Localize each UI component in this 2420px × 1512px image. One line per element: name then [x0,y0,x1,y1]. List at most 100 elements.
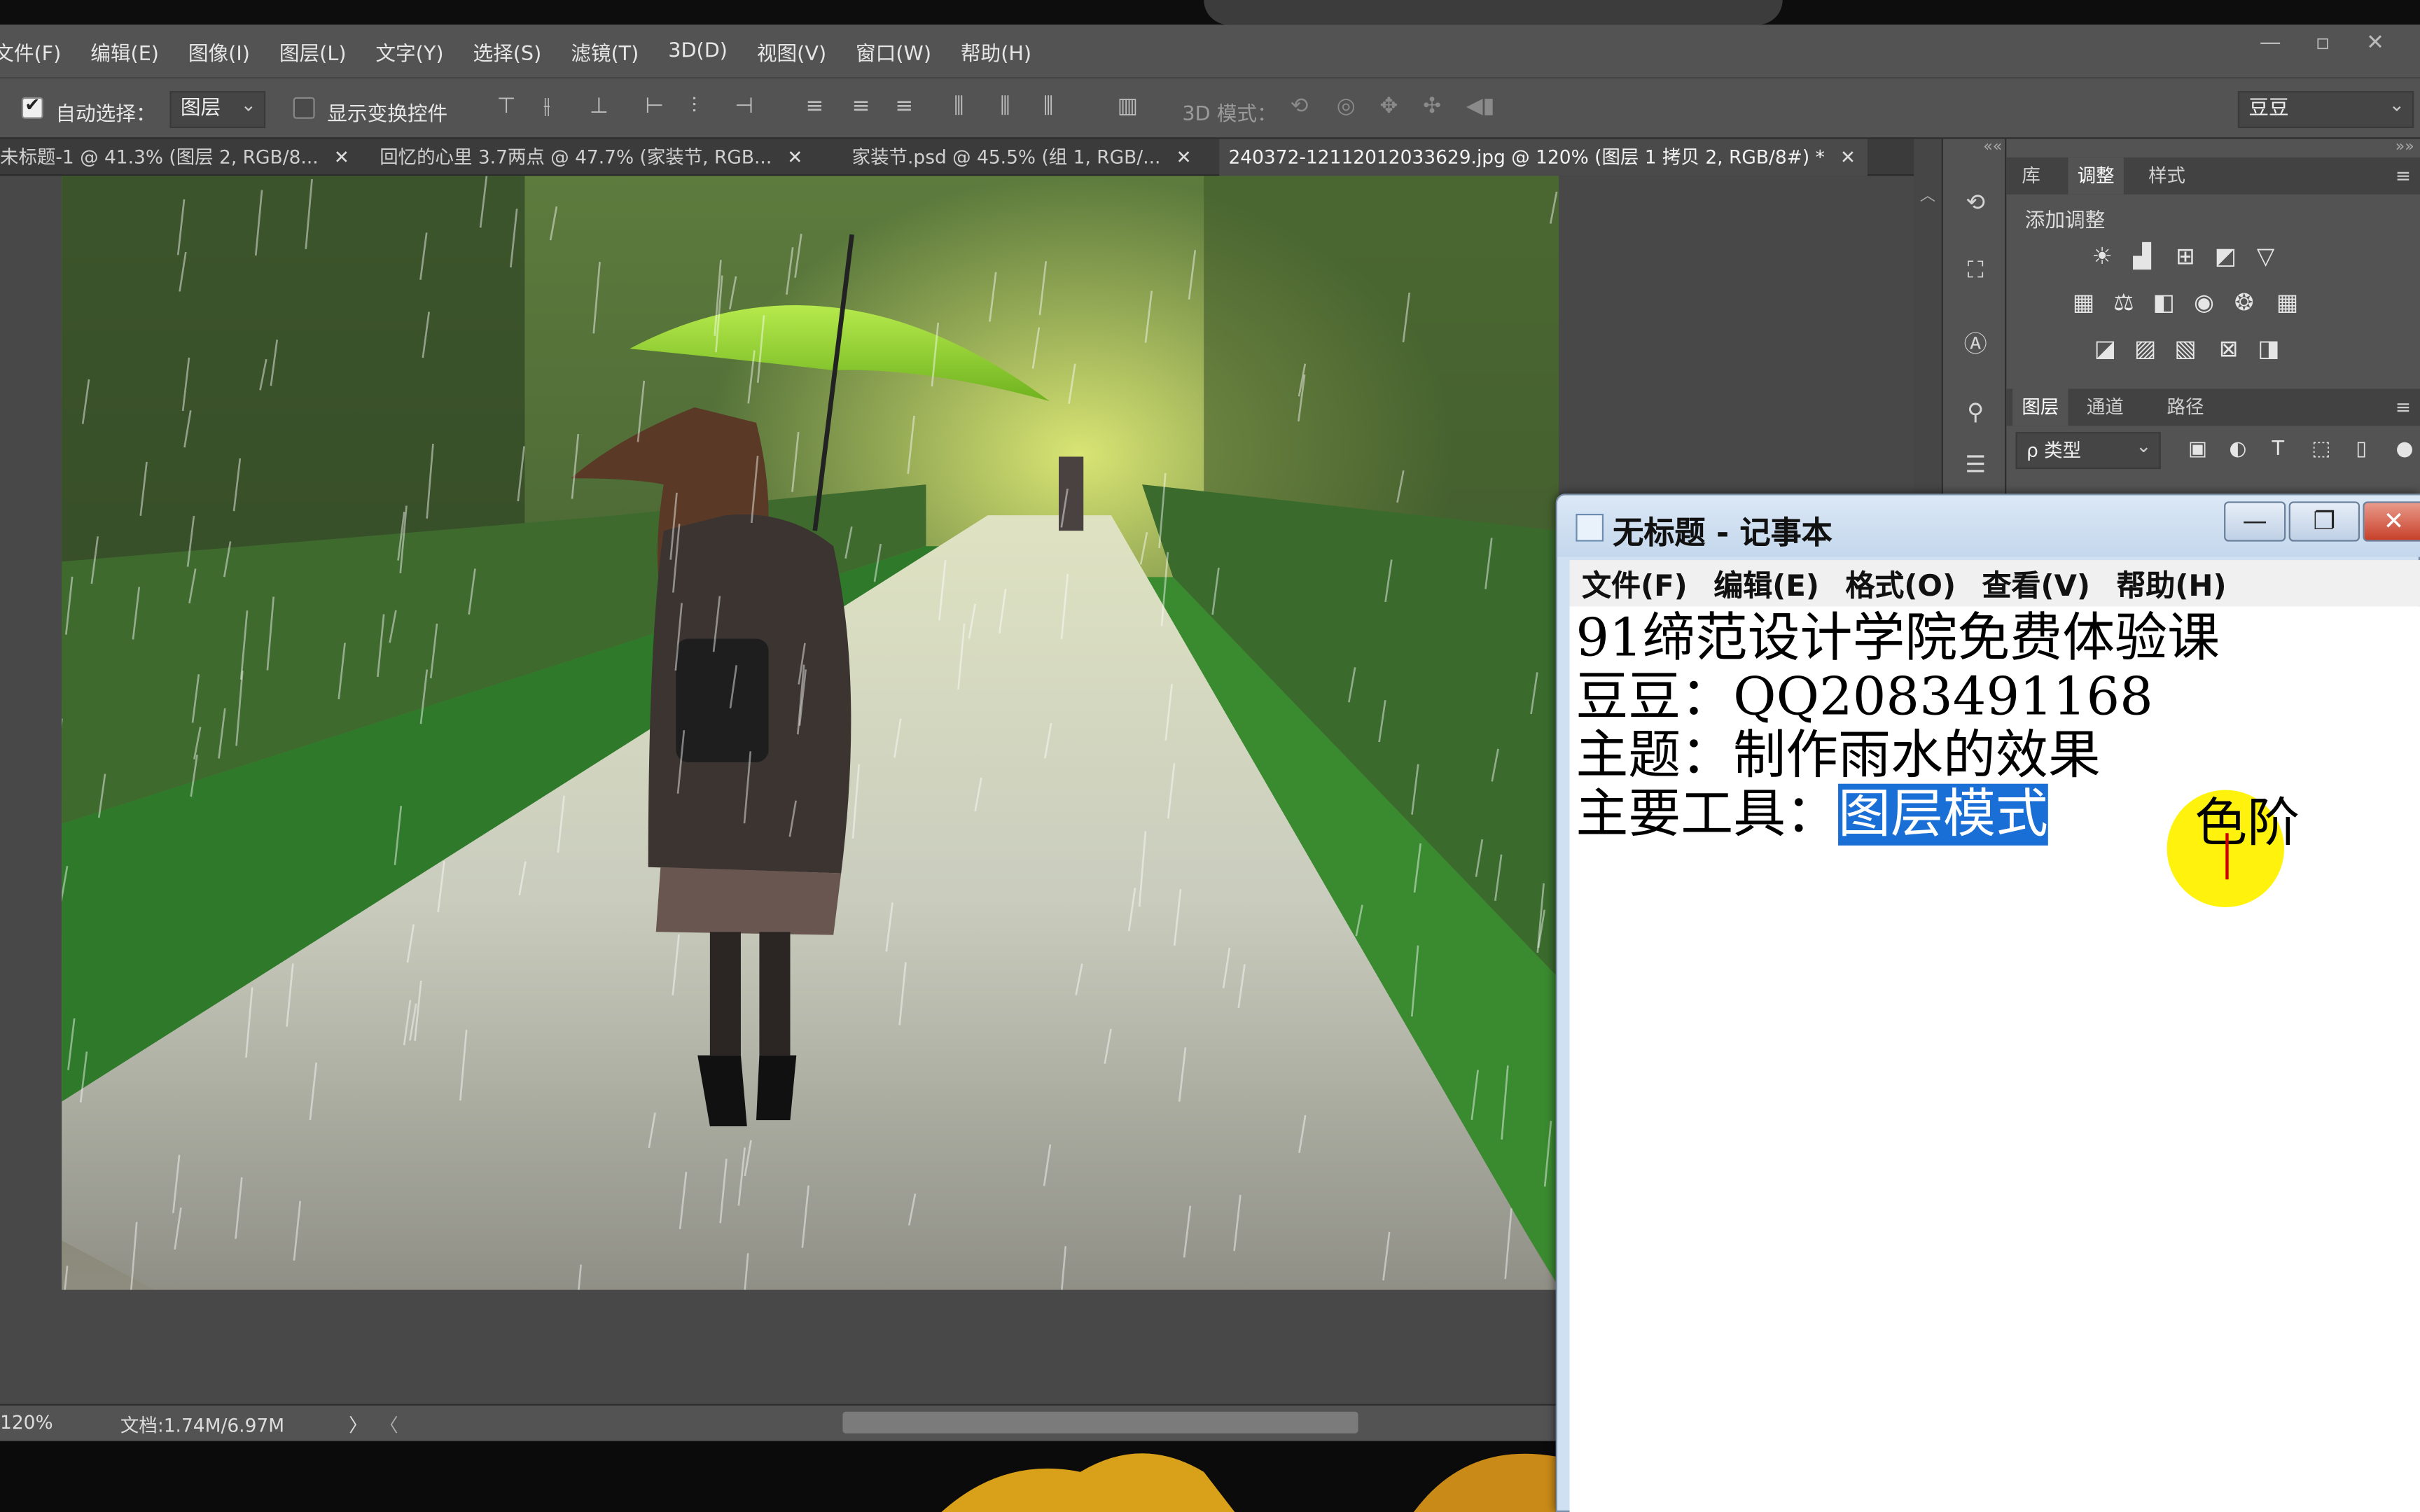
tab-adjustments[interactable]: 调整 [2068,157,2124,195]
scroll-left-icon[interactable]: 〈 [380,1412,398,1438]
close-icon[interactable]: ✕ [1840,146,1856,168]
history-icon[interactable]: ⟲ [1959,185,1992,218]
np-menu-format[interactable]: 格式(O) [1845,562,1956,604]
align-hcenter-icon[interactable]: ⫶ [691,94,697,118]
black-white-icon[interactable]: ◧ [2148,287,2179,318]
3d-roll-icon[interactable]: ◎ [1337,94,1356,118]
gradient-map-icon[interactable]: ◨ [2253,333,2284,364]
menu-layer[interactable]: 图层(L) [279,36,347,66]
panel-menu-icon[interactable]: ≡ [2386,158,2420,195]
workspace-dropdown[interactable]: 豆豆 [2237,88,2414,128]
notepad-close-button[interactable]: ✕ [2363,501,2420,542]
minimize-button[interactable]: — [2244,24,2297,62]
np-menu-file[interactable]: 文件(F) [1582,562,1688,604]
menu-help[interactable]: 帮助(H) [961,36,1031,66]
menu-image[interactable]: 图像(I) [188,36,250,66]
notepad-maximize-button[interactable]: ❐ [2288,501,2360,542]
distribute-left-icon[interactable]: ⫼ [954,94,964,118]
menu-window[interactable]: 窗口(W) [856,36,931,66]
document-canvas-photo[interactable] [62,176,1559,1290]
notepad-titlebar[interactable]: 无标题 - 记事本 — ❐ ✕ [1557,495,2420,557]
filter-smart-icon[interactable]: ▯ [2346,435,2377,466]
align-left-icon[interactable]: ⊢ [645,94,664,118]
show-transform-label: 显示变换控件 [327,103,448,127]
3d-pan-icon[interactable]: ✥ [1379,94,1398,118]
show-transform-checkbox[interactable] [293,97,315,119]
close-icon[interactable]: ✕ [334,146,349,168]
np-menu-help[interactable]: 帮助(H) [2117,562,2227,604]
close-icon[interactable]: ✕ [1176,146,1191,168]
tab-paths[interactable]: 路径 [2157,388,2213,426]
character-icon[interactable]: Ⓐ [1959,327,1992,360]
distribute-hcenter-icon[interactable]: ⫼ [1000,94,1010,118]
align-right-icon[interactable]: ⊣ [735,94,753,118]
vibrance-icon[interactable]: ▽ [2251,241,2281,272]
close-button[interactable]: ✕ [2349,24,2402,62]
brightness-icon[interactable]: ☀ [2087,241,2118,272]
notepad-text-area[interactable]: 91缔范设计学院免费体验课 豆豆：QQ2083491168 主题：制作雨水的效果… [1569,606,2420,1512]
curves-icon[interactable]: ⊞ [2170,241,2201,272]
distribute-vcenter-icon[interactable]: ≡ [852,94,870,118]
tab-untitled-1[interactable]: 未标题-1 @ 41.3% (图层 2, RGB/8... ✕ [0,139,361,176]
photo-filter-icon[interactable]: ◉ [2188,287,2219,318]
menu-file[interactable]: 文件(F) [0,36,61,66]
brush-icon[interactable]: ⚲ [1959,395,1992,428]
channel-mixer-icon[interactable]: ❂ [2229,287,2260,318]
tab-active-photo[interactable]: 240372-12112012033629.jpg @ 120% (图层 1 拷… [1219,139,1868,176]
collapse-panels-icon[interactable]: «« [1983,139,2002,155]
horizontal-scroll-thumb[interactable] [842,1411,1358,1434]
color-balance-icon[interactable]: ⚖ [2108,287,2139,318]
3d-orbit-icon[interactable]: ⟲ [1291,94,1309,118]
filter-shape-icon[interactable]: ⬚ [2306,435,2337,466]
auto-select-checkbox[interactable] [21,94,43,119]
invert-icon[interactable]: ◪ [2089,333,2120,364]
zoom-level[interactable]: 120% [0,1412,53,1434]
filter-pixel-icon[interactable]: ▣ [2183,435,2213,466]
auto-align-icon[interactable]: ▥ [1118,94,1138,118]
color-lookup-icon[interactable]: ▦ [2272,287,2302,318]
3d-scale-icon[interactable]: ◀▮ [1466,94,1495,118]
tab-channels[interactable]: 通道 [2078,388,2133,426]
posterize-icon[interactable]: ▨ [2130,333,2161,364]
auto-select-value: 图层 [180,97,221,120]
scroll-up-icon[interactable]: ︿ [1920,182,1935,205]
levels-icon[interactable]: ▟ [2127,241,2157,272]
tab-jiazhuangjie[interactable]: 家装节.psd @ 45.5% (组 1, RGB/... ✕ [842,139,1213,176]
np-menu-view[interactable]: 查看(V) [1982,562,2090,604]
layer-filter-dropdown[interactable]: ρ 类型 [2015,429,2161,470]
properties-icon[interactable]: ☰ [1959,447,1992,481]
notepad-minimize-button[interactable]: — [2224,501,2286,542]
maximize-button[interactable]: ▫ [2297,24,2349,62]
selective-color-icon[interactable]: ⊠ [2213,333,2244,364]
expand-panels-icon[interactable]: »» [2395,139,2414,155]
tab-memory[interactable]: 回忆的心里 3.7两点 @ 47.7% (家装节, RGB... ✕ [370,139,833,176]
distribute-right-icon[interactable]: ⫼ [1043,94,1053,118]
tab-layers[interactable]: 图层 [2012,388,2068,426]
align-bottom-icon[interactable]: ⊥ [590,94,609,118]
3d-panel-icon[interactable]: ⛶ [1959,253,1992,286]
status-arrow-right-icon[interactable]: 〉 [349,1412,367,1438]
align-vcenter-icon[interactable]: ⫲ [543,94,550,118]
menu-select[interactable]: 选择(S) [473,36,541,66]
distribute-top-icon[interactable]: ≡ [806,94,824,118]
distribute-bottom-icon[interactable]: ≡ [895,94,913,118]
filter-adjust-icon[interactable]: ◐ [2223,435,2253,466]
np-menu-edit[interactable]: 编辑(E) [1713,562,1819,604]
exposure-icon[interactable]: ◩ [2210,241,2241,272]
menu-edit[interactable]: 编辑(E) [90,36,159,66]
tab-styles[interactable]: 样式 [2139,158,2195,195]
3d-slide-icon[interactable]: ✣ [1423,94,1441,118]
hue-sat-icon[interactable]: ▦ [2068,287,2099,318]
menu-type[interactable]: 文字(Y) [375,36,443,66]
menu-view[interactable]: 视图(V) [757,36,826,66]
layers-menu-icon[interactable]: ≡ [2386,388,2420,426]
filter-toggle-icon[interactable]: ● [2389,435,2420,466]
auto-select-dropdown[interactable]: 图层 [169,88,266,128]
menu-3d[interactable]: 3D(D) [668,39,728,62]
close-icon[interactable]: ✕ [787,146,802,168]
threshold-icon[interactable]: ▧ [2170,333,2201,364]
align-top-icon[interactable]: ⊤ [497,94,516,118]
filter-type-icon[interactable]: T [2262,435,2293,466]
menu-filter[interactable]: 滤镜(T) [571,36,639,66]
tab-library[interactable]: 库 [2012,158,2050,195]
